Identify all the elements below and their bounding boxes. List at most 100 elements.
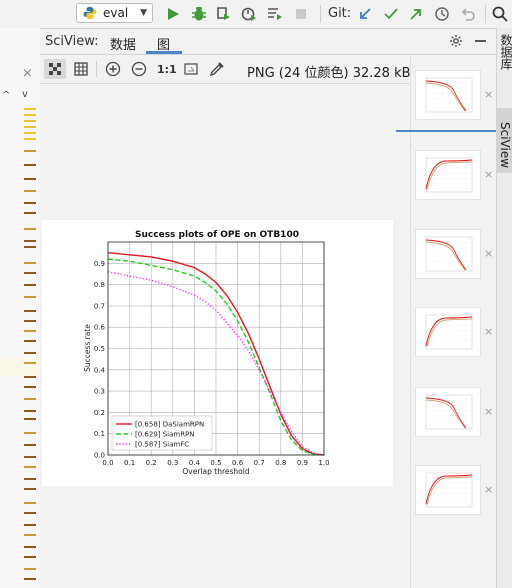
stripe-marker[interactable] (24, 228, 36, 230)
thumbnail-chart-icon (425, 472, 473, 508)
stripe-marker[interactable] (24, 246, 36, 248)
stripe-marker[interactable] (24, 466, 36, 468)
plot-thumbnail[interactable] (415, 307, 481, 357)
stop-icon[interactable] (292, 5, 310, 23)
python-icon (83, 7, 97, 19)
run-lines-icon[interactable] (266, 5, 284, 23)
stripe-marker[interactable] (24, 456, 36, 458)
git-label: Git: (328, 6, 352, 21)
stripe-marker[interactable] (24, 310, 36, 312)
close-thumbnail-icon[interactable]: × (484, 325, 493, 338)
stripe-marker[interactable] (24, 132, 36, 134)
y-tick-label: 0.3 (94, 388, 105, 396)
close-thumbnail-icon[interactable]: × (484, 405, 493, 418)
stripe-marker[interactable] (24, 150, 36, 152)
success-plot-chart: Success plots of OPE on OTB100 0.0 0.1 0.2… (83, 230, 330, 476)
chevron-up-icon[interactable]: ^ (2, 90, 10, 101)
stripe-marker[interactable] (24, 202, 36, 204)
thumbnail-chart-icon (425, 314, 473, 350)
stripe-marker[interactable] (24, 578, 36, 580)
stripe-marker[interactable] (24, 272, 36, 274)
plot-thumbnail[interactable] (415, 150, 481, 200)
close-thumbnail-icon[interactable]: × (484, 247, 493, 260)
stripe-marker[interactable] (24, 352, 36, 354)
legend-entry: [0.587] SiamFC (135, 441, 189, 449)
zoom-out-icon[interactable] (130, 60, 148, 78)
search-icon[interactable] (491, 5, 509, 23)
stripe-marker[interactable] (24, 126, 36, 128)
stripe-marker[interactable] (24, 120, 36, 122)
stripe-marker[interactable] (24, 262, 36, 264)
legend-entry: [0.658] DaSiamRPN (135, 421, 204, 429)
color-picker-icon[interactable] (208, 60, 226, 78)
git-commit-icon[interactable] (382, 5, 400, 23)
close-icon[interactable]: × (22, 66, 33, 81)
zoom-in-icon[interactable] (104, 60, 122, 78)
git-push-icon[interactable] (407, 5, 425, 23)
stripe-marker[interactable] (24, 108, 36, 110)
fit-zoom-icon[interactable] (182, 60, 200, 78)
run-with-coverage-icon[interactable] (215, 5, 233, 23)
stripe-marker[interactable] (24, 240, 36, 242)
history-icon[interactable] (433, 5, 451, 23)
stripe-marker[interactable] (24, 524, 36, 526)
plot-thumbnail[interactable] (415, 465, 481, 515)
stripe-marker[interactable] (24, 190, 36, 192)
plot-thumbnail[interactable] (415, 70, 481, 120)
x-tick-label: 0.4 (189, 459, 201, 467)
tab-database[interactable]: 数据库 (498, 34, 512, 70)
stripe-marker[interactable] (24, 164, 36, 166)
stripe-marker[interactable] (24, 432, 36, 434)
run-config-select[interactable]: eval ▼ (76, 3, 153, 23)
stripe-marker[interactable] (24, 362, 36, 364)
toolbar-separator (320, 5, 321, 23)
stripe-marker[interactable] (24, 296, 36, 298)
stripe-marker[interactable] (24, 478, 36, 480)
run-icon[interactable] (164, 5, 182, 23)
actual-size-button[interactable]: 1:1 (157, 63, 177, 76)
tab-sciview[interactable]: SciView (498, 122, 512, 168)
x-tick-label: 0.2 (146, 459, 157, 467)
tab-data[interactable]: 数据 (110, 34, 136, 53)
stripe-marker[interactable] (24, 320, 36, 322)
stripe-marker[interactable] (24, 488, 36, 490)
grid-icon[interactable] (72, 60, 90, 78)
stripe-marker[interactable] (24, 502, 36, 504)
stripe-marker[interactable] (24, 568, 36, 570)
run-config-label: eval (103, 6, 129, 20)
stripe-marker[interactable] (24, 330, 36, 332)
plot-thumbnail[interactable] (415, 229, 481, 279)
chevron-down-icon[interactable]: v (22, 89, 28, 100)
stripe-marker[interactable] (24, 556, 36, 558)
stripe-marker[interactable] (24, 444, 36, 446)
profile-icon[interactable] (240, 5, 258, 23)
chessboard-icon[interactable] (46, 60, 64, 78)
git-update-icon[interactable] (356, 5, 374, 23)
stripe-marker[interactable] (24, 398, 36, 400)
stripe-marker[interactable] (24, 386, 36, 388)
close-thumbnail-icon[interactable]: × (484, 168, 493, 181)
plot-thumbnail[interactable] (415, 387, 481, 437)
stripe-marker[interactable] (24, 212, 36, 214)
chart-title: Success plots of OPE on OTB100 (135, 230, 299, 240)
close-thumbnail-icon[interactable]: × (484, 483, 493, 496)
stripe-marker[interactable] (24, 418, 36, 420)
stripe-marker[interactable] (24, 114, 36, 116)
gear-icon[interactable] (449, 34, 463, 48)
debug-icon[interactable] (190, 5, 208, 23)
stripe-marker[interactable] (24, 138, 36, 140)
stripe-marker[interactable] (24, 178, 36, 180)
stripe-marker[interactable] (24, 410, 36, 412)
y-tick-label: 0.1 (94, 430, 105, 438)
image-info: PNG (24 位颜色) 32.28 kB (247, 66, 411, 81)
rollback-icon[interactable] (459, 5, 477, 23)
stripe-marker[interactable] (24, 512, 36, 514)
stripe-marker[interactable] (24, 546, 36, 548)
stripe-marker[interactable] (24, 340, 36, 342)
close-thumbnail-icon[interactable]: × (484, 88, 493, 101)
legend-entry: [0.629] SiamRPN (135, 431, 195, 439)
stripe-marker[interactable] (24, 284, 36, 286)
minimize-icon[interactable] (475, 40, 486, 42)
stripe-marker[interactable] (24, 534, 36, 536)
stripe-marker[interactable] (24, 376, 36, 378)
